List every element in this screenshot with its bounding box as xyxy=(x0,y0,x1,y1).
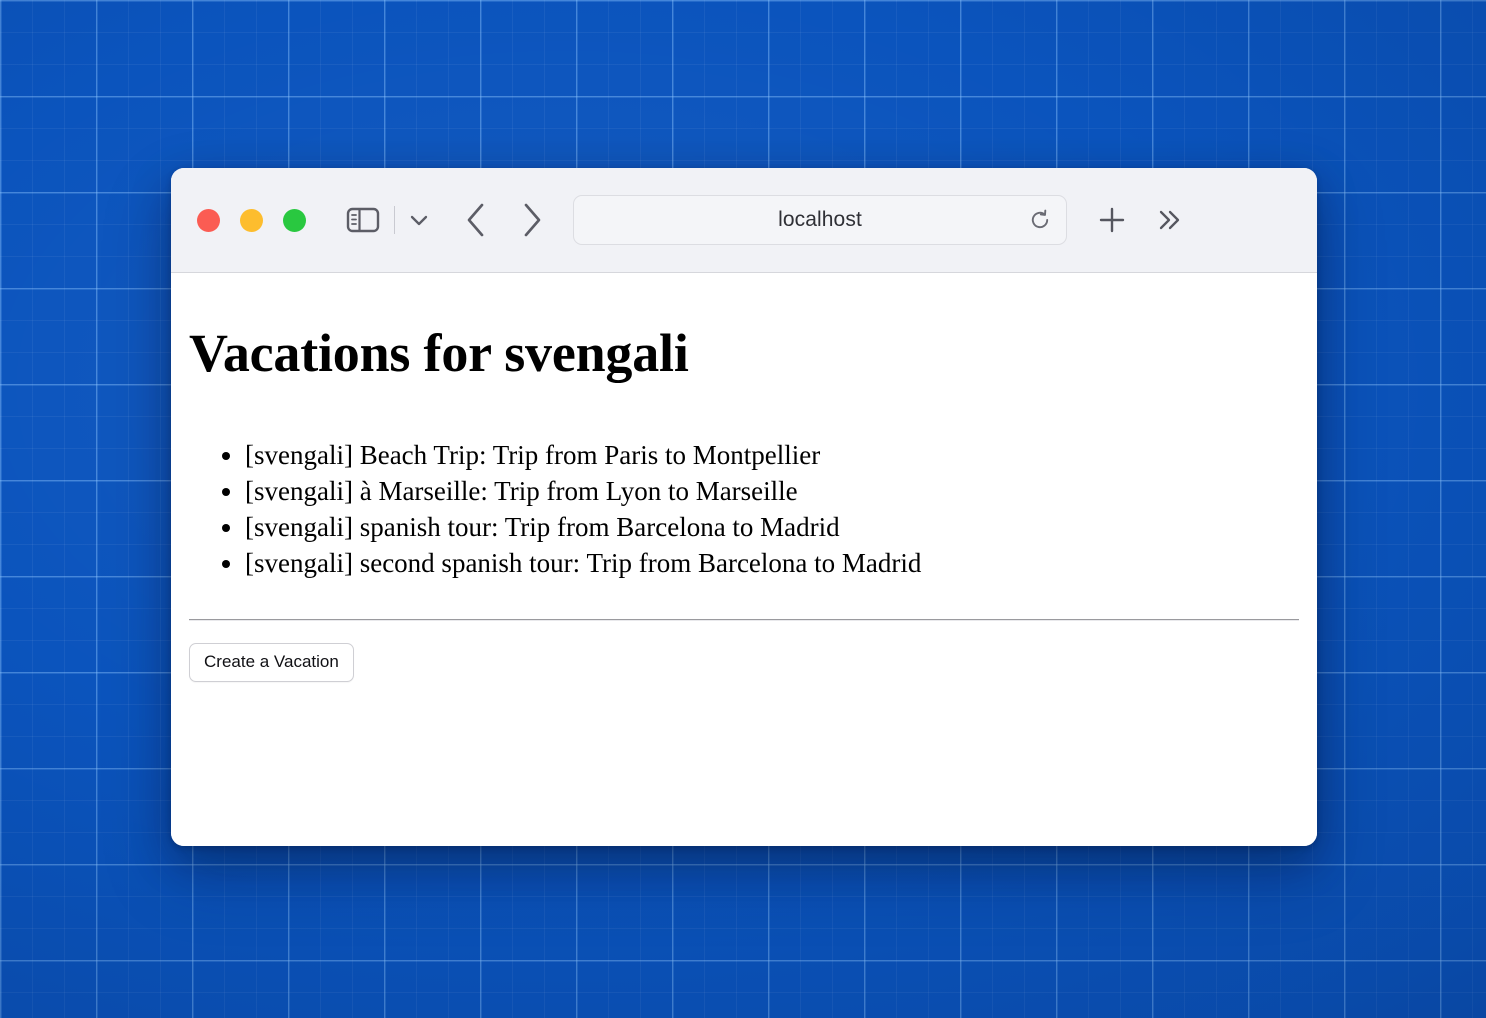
reload-icon[interactable] xyxy=(1028,208,1052,232)
list-item: [svengali] Beach Trip: Trip from Paris t… xyxy=(245,437,1299,473)
content-divider xyxy=(189,618,1299,621)
new-tab-button[interactable] xyxy=(1097,205,1127,235)
page-title: Vacations for svengali xyxy=(189,323,689,383)
toolbar-overflow-button[interactable] xyxy=(1155,207,1185,233)
maximize-button[interactable] xyxy=(283,208,306,232)
sidebar-toggle-button[interactable] xyxy=(346,206,380,234)
browser-window: localhost Vacations for svengali • [sven… xyxy=(171,168,1317,846)
address-bar[interactable]: localhost xyxy=(573,195,1067,245)
create-vacation-button[interactable]: Create a Vacation xyxy=(189,642,354,682)
close-button[interactable] xyxy=(197,208,220,232)
address-bar-text: localhost xyxy=(778,208,862,231)
page-content: Vacations for svengali [svengali] Beach … xyxy=(171,273,1317,846)
sidebar-dropdown-button[interactable] xyxy=(399,213,439,227)
back-button[interactable] xyxy=(465,201,487,239)
window-controls xyxy=(197,208,306,232)
toolbar-divider xyxy=(394,206,395,234)
list-item: [svengali] à Marseille: Trip from Lyon t… xyxy=(245,473,1299,509)
browser-toolbar: localhost xyxy=(171,168,1317,273)
vacation-list: [svengali] Beach Trip: Trip from Paris t… xyxy=(189,437,1299,581)
forward-button[interactable] xyxy=(521,201,543,239)
list-item: [svengali] spanish tour: Trip from Barce… xyxy=(245,509,1299,545)
minimize-button[interactable] xyxy=(240,208,263,232)
list-item: [svengali] second spanish tour: Trip fro… xyxy=(245,545,1299,581)
